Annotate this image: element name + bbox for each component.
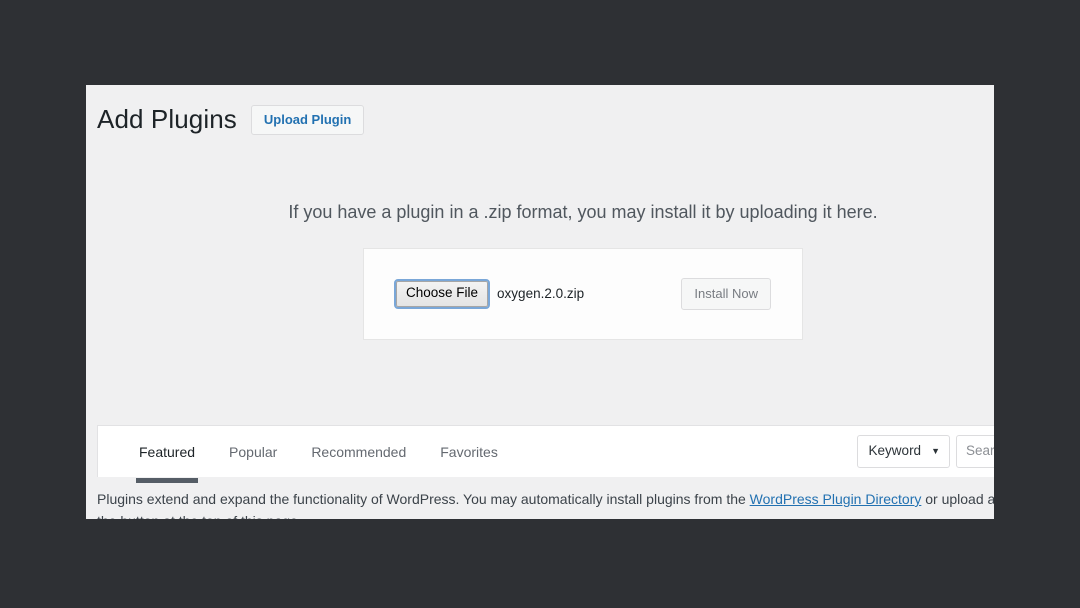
tab-recommended[interactable]: Recommended xyxy=(294,426,423,478)
search-type-label: Keyword xyxy=(868,442,922,458)
tab-favorites[interactable]: Favorites xyxy=(423,426,515,478)
description-text-before-link: Plugins extend and expand the functional… xyxy=(97,491,750,507)
upload-instructions-text: If you have a plugin in a .zip format, y… xyxy=(288,201,878,222)
plugin-upload-panel: Choose File oxygen.2.0.zip Install Now xyxy=(363,247,803,340)
selected-file-name: oxygen.2.0.zip xyxy=(497,286,585,302)
file-input-row: Choose File oxygen.2.0.zip xyxy=(364,279,681,309)
page-header: Add Plugins Upload Plugin xyxy=(86,85,994,137)
plugin-filter-tabbar: Featured Popular Recommended Favorites K… xyxy=(97,425,994,483)
description-text-line2: of this page. xyxy=(225,513,301,519)
tab-featured[interactable]: Featured xyxy=(122,426,212,483)
upload-plugin-button[interactable]: Upload Plugin xyxy=(250,104,365,136)
plugin-directory-description: Plugins extend and expand the functional… xyxy=(97,489,994,519)
plugin-tabs: Featured Popular Recommended Favorites xyxy=(98,426,515,483)
browser-viewport: Add Plugins Upload Plugin If you have a … xyxy=(86,85,994,519)
choose-file-button[interactable]: Choose File xyxy=(393,279,491,309)
plugin-search-group: Keyword ▼ xyxy=(856,434,994,469)
page-title: Add Plugins xyxy=(97,104,237,134)
search-type-select[interactable]: Keyword ▼ xyxy=(856,434,950,469)
search-input[interactable] xyxy=(956,434,994,469)
tab-popular[interactable]: Popular xyxy=(212,426,294,478)
chevron-down-icon: ▼ xyxy=(931,445,940,456)
install-now-button[interactable]: Install Now xyxy=(681,277,771,311)
wp-admin-add-plugins-page: Add Plugins Upload Plugin If you have a … xyxy=(86,85,994,519)
wordpress-plugin-directory-link[interactable]: WordPress Plugin Directory xyxy=(750,491,922,507)
upload-panel-wrapper: Choose File oxygen.2.0.zip Install Now xyxy=(86,247,994,340)
